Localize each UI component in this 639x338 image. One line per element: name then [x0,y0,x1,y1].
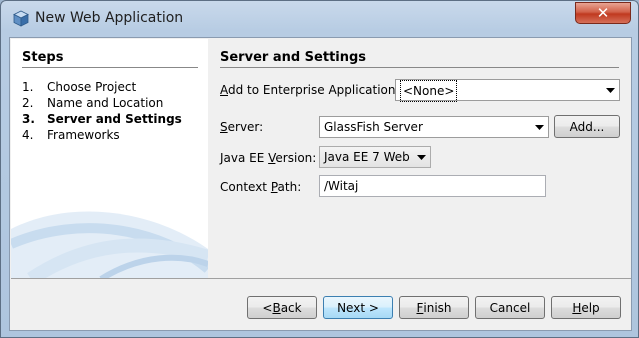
steps-panel: Steps 1. Choose Project 2. Name and Locati… [11,39,208,278]
chevron-down-icon [531,117,548,137]
java-ee-version-label: Java EE Version: [220,151,317,165]
panel-divider [220,67,619,68]
step-choose-project: 1. Choose Project [22,80,137,94]
server-select[interactable]: GlassFish Server [319,116,549,138]
window-title: New Web Application [35,10,184,26]
server-label: Server: [220,120,264,134]
step-frameworks: 4. Frameworks [22,128,120,142]
step-label: Choose Project [47,80,137,94]
step-label: Server and Settings [47,112,182,126]
step-label: Frameworks [47,128,120,142]
decorative-swoosh [11,211,208,278]
panel-title: Server and Settings [220,50,367,65]
context-path-label: Context Path: [220,180,302,194]
finish-button[interactable]: Finish [399,296,469,319]
close-icon: ✕ [596,3,610,22]
enterprise-app-label: Add to Enterprise Application: [220,83,400,97]
enterprise-app-select[interactable]: <None> [395,79,620,102]
dialog-window: New Web Application ✕ Steps 1. Choose Pro… [0,0,639,338]
next-button[interactable]: Next > [323,296,393,319]
cancel-button[interactable]: Cancel [475,296,545,319]
button-bar-divider [11,278,631,279]
help-button[interactable]: Help [551,296,621,319]
back-button[interactable]: < Back [247,296,317,319]
server-settings-panel: Server and Settings Add to Enterprise Ap… [208,39,631,278]
step-name-and-location: 2. Name and Location [22,96,164,110]
add-server-button[interactable]: Add... [554,115,620,138]
step-label: Name and Location [47,96,164,110]
steps-divider [22,67,198,68]
steps-title: Steps [22,50,64,65]
dialog-client-area: Steps 1. Choose Project 2. Name and Locati… [9,37,632,331]
java-ee-version-select[interactable]: Java EE 7 Web [319,146,431,168]
netbeans-cube-icon [13,10,29,27]
step-server-and-settings: 3. Server and Settings [22,112,182,126]
context-path-input[interactable]: /Witaj [319,175,546,197]
chevron-down-icon [413,147,430,167]
close-button[interactable]: ✕ [575,2,631,24]
title-bar: New Web Application ✕ [1,1,638,35]
chevron-down-icon [602,80,619,100]
